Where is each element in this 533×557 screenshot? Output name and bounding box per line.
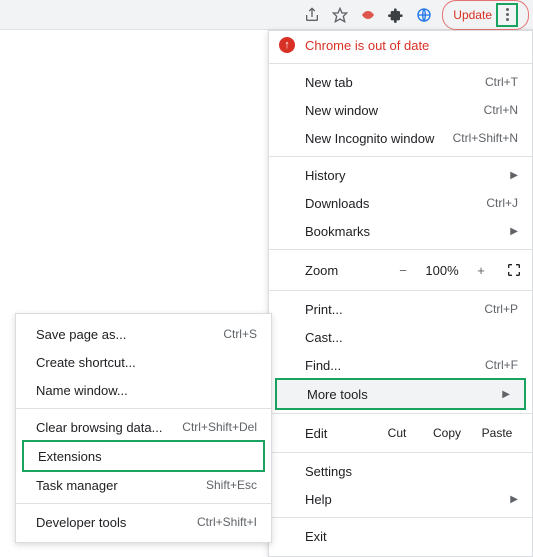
menu-item-downloads[interactable]: DownloadsCtrl+J xyxy=(269,189,532,217)
star-icon[interactable] xyxy=(330,5,350,25)
copy-button[interactable]: Copy xyxy=(422,426,472,440)
paste-button[interactable]: Paste xyxy=(472,426,522,440)
browser-toolbar: Update xyxy=(0,0,533,30)
separator xyxy=(269,413,532,414)
separator xyxy=(16,503,271,504)
submenu-item-create-shortcut[interactable]: Create shortcut... xyxy=(16,348,271,376)
cut-button[interactable]: Cut xyxy=(372,426,422,440)
zoom-out-button[interactable]: − xyxy=(392,263,414,278)
submenu-item-clear-data[interactable]: Clear browsing data...Ctrl+Shift+Del xyxy=(16,413,271,441)
chevron-right-icon: ▶ xyxy=(510,170,518,181)
share-icon[interactable] xyxy=(302,5,322,25)
chevron-right-icon: ▶ xyxy=(510,494,518,505)
menu-item-bookmarks[interactable]: Bookmarks▶ xyxy=(269,217,532,245)
chevron-right-icon: ▶ xyxy=(510,226,518,237)
more-tools-submenu: Save page as...Ctrl+S Create shortcut...… xyxy=(15,313,272,543)
update-button[interactable]: Update xyxy=(442,0,529,30)
menu-item-help[interactable]: Help▶ xyxy=(269,485,532,513)
submenu-item-task-manager[interactable]: Task managerShift+Esc xyxy=(16,471,271,499)
fullscreen-icon[interactable] xyxy=(506,262,522,278)
separator xyxy=(16,408,271,409)
extensions-puzzle-icon[interactable] xyxy=(386,5,406,25)
more-tools-highlight: More tools▶ xyxy=(275,378,526,410)
submenu-item-extensions[interactable]: Extensions xyxy=(24,442,263,470)
menu-item-print[interactable]: Print...Ctrl+P xyxy=(269,295,532,323)
separator xyxy=(269,290,532,291)
kebab-menu-icon[interactable] xyxy=(500,7,514,23)
menu-item-edit: Edit Cut Copy Paste xyxy=(269,418,532,448)
kebab-menu-highlight xyxy=(496,3,518,27)
main-menu: ↑ Chrome is out of date New tabCtrl+T Ne… xyxy=(268,30,533,557)
separator xyxy=(269,156,532,157)
menu-item-more-tools[interactable]: More tools▶ xyxy=(277,380,524,408)
menu-item-new-window[interactable]: New windowCtrl+N xyxy=(269,96,532,124)
chevron-right-icon: ▶ xyxy=(502,389,510,400)
separator xyxy=(269,249,532,250)
menu-item-exit[interactable]: Exit xyxy=(269,522,532,550)
edit-label: Edit xyxy=(305,426,372,441)
submenu-item-save-page[interactable]: Save page as...Ctrl+S xyxy=(16,320,271,348)
separator xyxy=(269,517,532,518)
out-of-date-label: Chrome is out of date xyxy=(305,38,429,53)
separator xyxy=(269,452,532,453)
menu-item-settings[interactable]: Settings xyxy=(269,457,532,485)
menu-item-zoom: Zoom − 100% + xyxy=(269,254,532,286)
menu-item-find[interactable]: Find...Ctrl+F xyxy=(269,351,532,379)
extension-1-icon[interactable] xyxy=(358,5,378,25)
submenu-item-developer-tools[interactable]: Developer toolsCtrl+Shift+I xyxy=(16,508,271,536)
zoom-value: 100% xyxy=(422,263,462,278)
menu-item-cast[interactable]: Cast... xyxy=(269,323,532,351)
update-alert-icon: ↑ xyxy=(279,37,295,53)
update-label: Update xyxy=(453,8,492,22)
menu-item-out-of-date[interactable]: ↑ Chrome is out of date xyxy=(269,31,532,59)
zoom-label: Zoom xyxy=(305,263,384,278)
extension-globe-icon[interactable] xyxy=(414,5,434,25)
menu-item-new-incognito[interactable]: New Incognito windowCtrl+Shift+N xyxy=(269,124,532,152)
menu-item-history[interactable]: History▶ xyxy=(269,161,532,189)
menu-item-new-tab[interactable]: New tabCtrl+T xyxy=(269,68,532,96)
extensions-highlight: Extensions xyxy=(22,440,265,472)
separator xyxy=(269,63,532,64)
zoom-in-button[interactable]: + xyxy=(470,263,492,278)
submenu-item-name-window[interactable]: Name window... xyxy=(16,376,271,404)
